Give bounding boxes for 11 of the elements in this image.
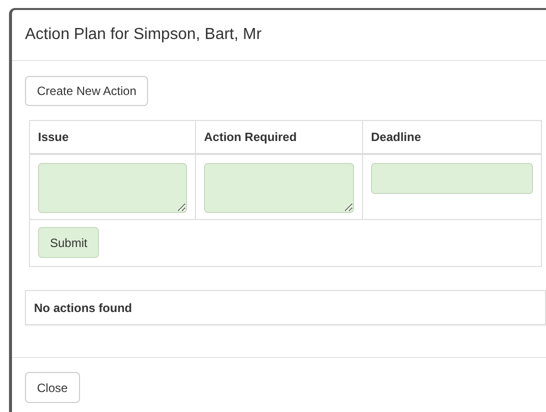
action-textarea[interactable] <box>204 163 354 213</box>
create-action-button[interactable]: Create New Action <box>25 76 148 106</box>
empty-message: No actions found <box>34 300 132 316</box>
deadline-input[interactable] <box>371 163 533 194</box>
column-header: Deadline <box>371 129 422 146</box>
column-header: Action Required <box>204 129 297 146</box>
column-header: Issue <box>38 129 69 146</box>
close-button[interactable]: Close <box>25 372 80 403</box>
issue-textarea[interactable] <box>38 163 187 213</box>
modal-title: Action Plan for Simpson, Bart, Mr <box>25 25 262 45</box>
submit-button[interactable]: Submit <box>38 227 100 258</box>
